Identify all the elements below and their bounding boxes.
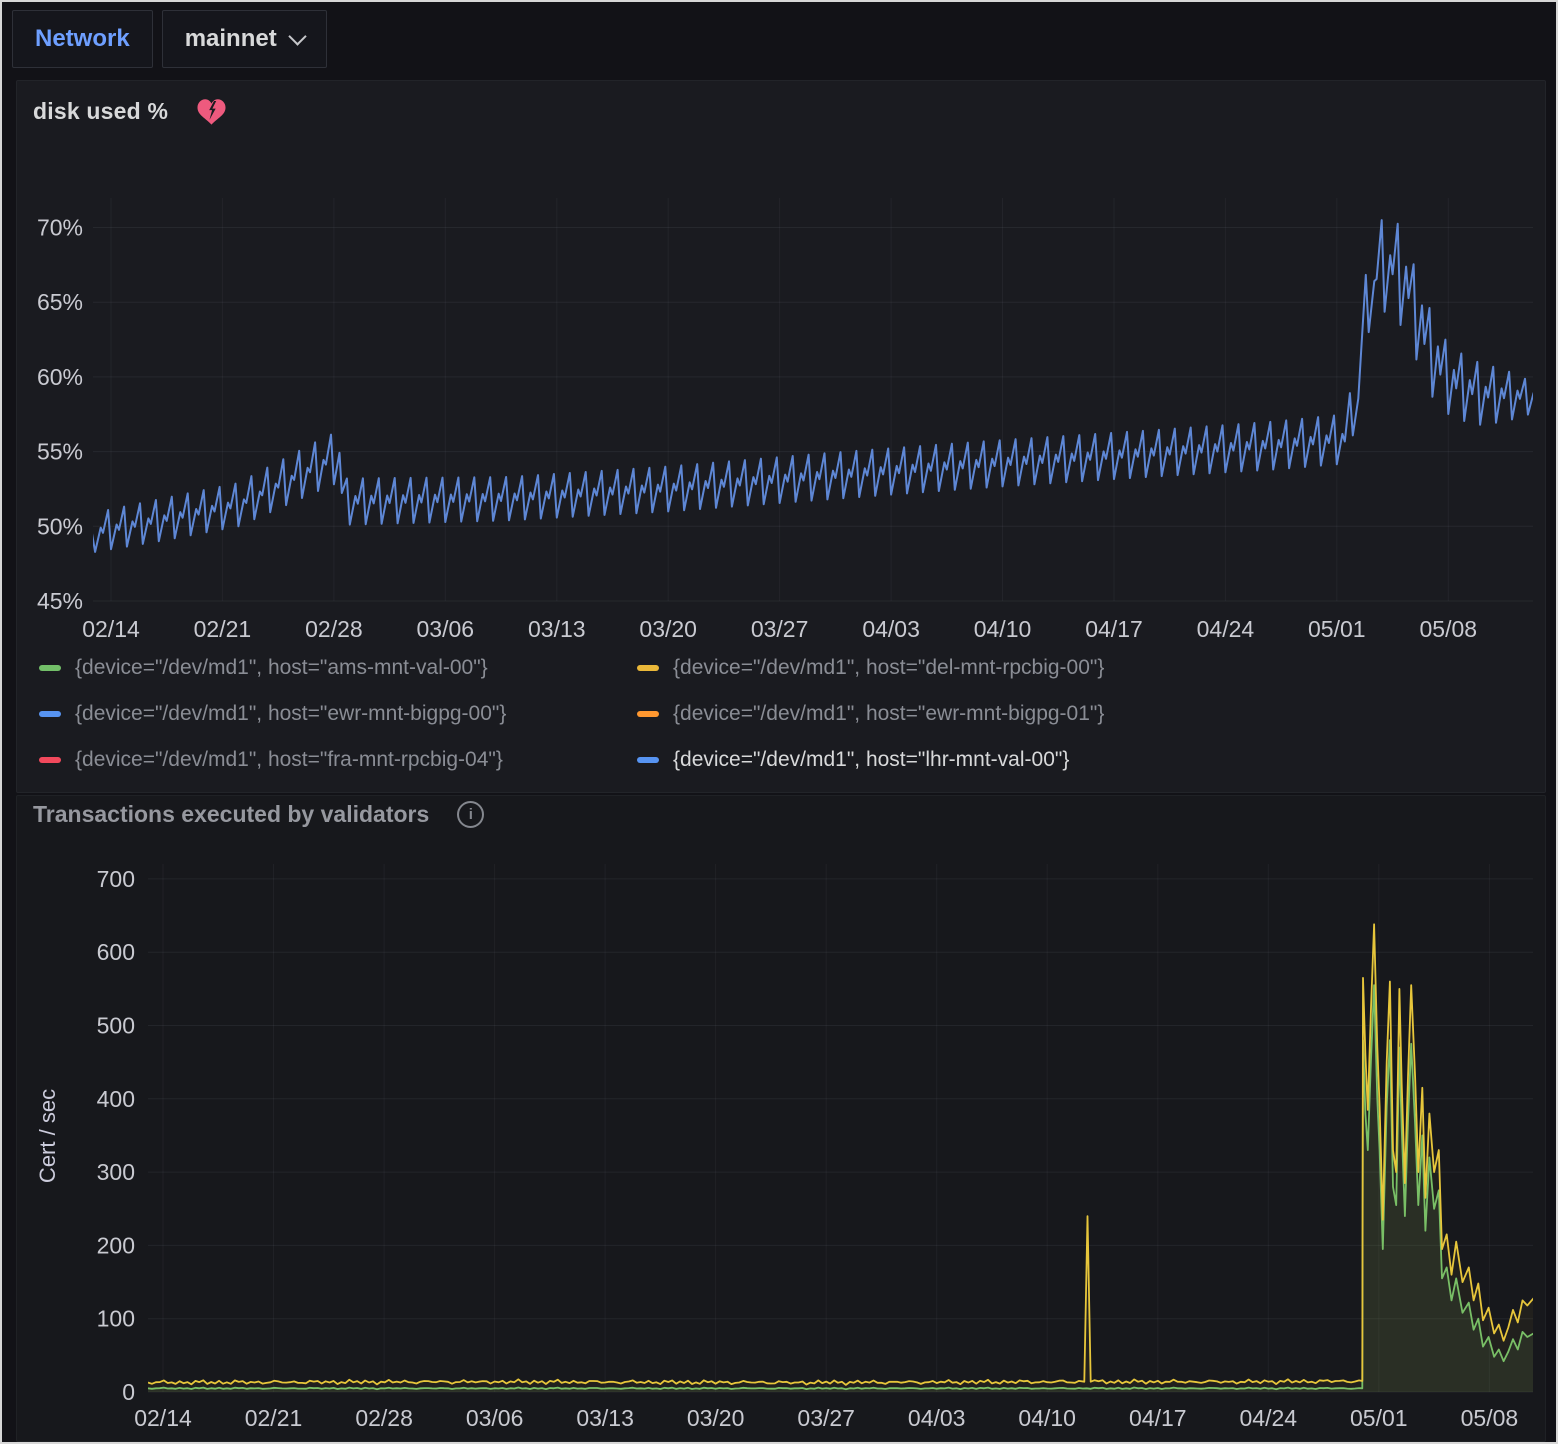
x-tick-label: 04/10 xyxy=(974,616,1032,642)
legend-swatch-icon xyxy=(637,665,659,671)
x-tick-label: 04/24 xyxy=(1240,1405,1298,1431)
y-tick-label: 0 xyxy=(122,1379,135,1405)
x-tick-label: 03/13 xyxy=(528,616,586,642)
x-tick-label: 02/21 xyxy=(194,616,252,642)
legend-item[interactable]: {device="/dev/md1", host="ewr-mnt-bigpg-… xyxy=(39,699,637,728)
legend-swatch-icon xyxy=(39,757,61,763)
info-icon[interactable]: i xyxy=(457,801,484,828)
x-tick-label: 03/27 xyxy=(797,1405,855,1431)
x-tick-label: 03/13 xyxy=(576,1405,634,1431)
grafana-dashboard: Network mainnet disk used % 02/1402/2102… xyxy=(0,0,1558,1444)
x-tick-label: 03/20 xyxy=(639,616,697,642)
legend-label: {device="/dev/md1", host="ams-mnt-val-00… xyxy=(75,656,488,680)
x-tick-label: 02/28 xyxy=(355,1405,413,1431)
broken-heart-icon xyxy=(196,97,227,126)
disk-used-series-line xyxy=(92,220,1541,552)
y-tick-label: 70% xyxy=(37,215,83,241)
y-tick-label: 100 xyxy=(97,1306,135,1332)
legend-label: {device="/dev/md1", host="fra-mnt-rpcbig… xyxy=(75,748,503,772)
y-tick-label: 500 xyxy=(97,1013,135,1039)
panel-transactions: Transactions executed by validators i 02… xyxy=(16,795,1546,1442)
x-tick-label: 04/17 xyxy=(1085,616,1143,642)
x-tick-label: 02/28 xyxy=(305,616,363,642)
legend-label: {device="/dev/md1", host="ewr-mnt-bigpg-… xyxy=(75,702,506,726)
validator-certs-green-fill xyxy=(148,985,1534,1392)
y-tick-label: 65% xyxy=(37,289,83,315)
x-tick-label: 03/27 xyxy=(751,616,809,642)
y-tick-label: 200 xyxy=(97,1232,135,1258)
panel-disk-used-header: disk used % xyxy=(33,97,227,126)
legend-swatch-icon xyxy=(637,711,659,717)
legend-label: {device="/dev/md1", host="del-mnt-rpcbig… xyxy=(673,656,1104,680)
y-tick-label: 55% xyxy=(37,439,83,465)
disk-used-legend: {device="/dev/md1", host="ams-mnt-val-00… xyxy=(39,653,1519,774)
x-tick-label: 04/24 xyxy=(1197,616,1255,642)
legend-item[interactable]: {device="/dev/md1", host="del-mnt-rpcbig… xyxy=(637,653,1519,682)
y-tick-label: 400 xyxy=(97,1086,135,1112)
x-tick-label: 05/08 xyxy=(1461,1405,1519,1431)
validator-certs-yellow-fill xyxy=(148,924,1534,1392)
x-tick-label: 04/10 xyxy=(1018,1405,1076,1431)
x-tick-label: 05/08 xyxy=(1420,616,1478,642)
legend-label: {device="/dev/md1", host="lhr-mnt-val-00… xyxy=(673,748,1069,772)
legend-item[interactable]: {device="/dev/md1", host="fra-mnt-rpcbig… xyxy=(39,745,637,774)
y-axis-label: Cert / sec xyxy=(35,1089,60,1183)
x-tick-label: 04/17 xyxy=(1129,1405,1187,1431)
y-tick-label: 700 xyxy=(97,866,135,892)
x-tick-label: 03/06 xyxy=(417,616,475,642)
legend-swatch-icon xyxy=(637,757,659,763)
chevron-down-icon xyxy=(288,27,306,45)
variable-toolbar: Network mainnet xyxy=(12,10,327,68)
panel-disk-used: disk used % 02/14 02/21 02/28 03/06 03/13 03/… xyxy=(16,80,1546,793)
x-tick-label: 05/01 xyxy=(1350,1405,1408,1431)
legend-item[interactable]: {device="/dev/md1", host="lhr-mnt-val-00… xyxy=(637,745,1519,774)
legend-item[interactable]: {device="/dev/md1", host="ams-mnt-val-00… xyxy=(39,653,637,682)
network-variable-dropdown[interactable]: mainnet xyxy=(162,10,327,68)
network-variable-value: mainnet xyxy=(185,25,277,53)
y-tick-label: 45% xyxy=(37,588,83,614)
network-variable-label-text: Network xyxy=(35,25,130,53)
axes: 02/14 02/21 02/28 03/06 03/13 03/20 03/27 04/03… xyxy=(37,198,1533,642)
y-tick-label: 300 xyxy=(97,1159,135,1185)
x-tick-label: 03/20 xyxy=(687,1405,745,1431)
x-tick-label: 05/01 xyxy=(1308,616,1366,642)
panel-transactions-title[interactable]: Transactions executed by validators xyxy=(33,801,429,828)
x-tick-label: 02/14 xyxy=(82,616,140,642)
legend-label: {device="/dev/md1", host="ewr-mnt-bigpg-… xyxy=(673,702,1104,726)
network-variable-label: Network xyxy=(12,10,153,68)
legend-swatch-icon xyxy=(39,665,61,671)
validator-certs-green-line xyxy=(148,985,1534,1389)
x-tick-label: 02/14 xyxy=(134,1405,192,1431)
y-tick-label: 60% xyxy=(37,364,83,390)
validator-certs-yellow-line xyxy=(148,924,1534,1385)
legend-swatch-icon xyxy=(39,711,61,717)
legend-item[interactable]: {device="/dev/md1", host="ewr-mnt-bigpg-… xyxy=(637,699,1519,728)
x-tick-label: 03/06 xyxy=(466,1405,524,1431)
axes: 02/14 02/21 02/28 03/06 03/13 03/20 03/27 04/03… xyxy=(97,864,1533,1431)
y-tick-label: 600 xyxy=(97,939,135,965)
panel-disk-used-title[interactable]: disk used % xyxy=(33,98,168,125)
transactions-chart[interactable]: 02/14 02/21 02/28 03/06 03/13 03/20 03/27 04/03… xyxy=(17,796,1547,1443)
x-tick-label: 04/03 xyxy=(862,616,920,642)
y-tick-label: 50% xyxy=(37,513,83,539)
panel-transactions-header: Transactions executed by validators i xyxy=(33,801,484,828)
x-tick-label: 04/03 xyxy=(908,1405,966,1431)
x-tick-label: 02/21 xyxy=(245,1405,303,1431)
